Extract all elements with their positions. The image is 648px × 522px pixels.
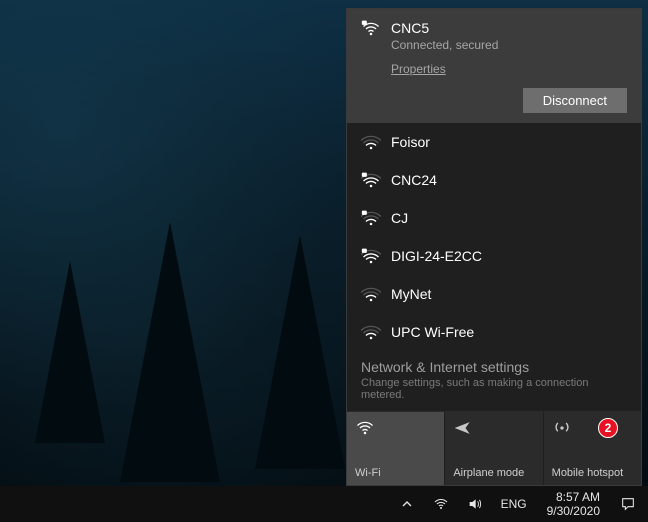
tray-time: 8:57 AM — [547, 490, 600, 504]
network-item[interactable]: CNC24 — [347, 161, 641, 199]
network-name: CNC5 — [391, 19, 627, 37]
wifi-icon — [361, 323, 381, 343]
tile-hotspot-label: Mobile hotspot — [552, 467, 633, 479]
tray-date: 9/30/2020 — [547, 504, 600, 518]
network-item[interactable]: DIGI-24-E2CC — [347, 237, 641, 275]
wifi-secured-icon — [361, 209, 381, 229]
network-settings-link[interactable]: Network & Internet settings Change setti… — [347, 351, 641, 411]
tray-volume-icon[interactable] — [461, 486, 489, 522]
airplane-icon — [453, 418, 534, 438]
tray-clock[interactable]: 8:57 AM 9/30/2020 — [539, 490, 608, 518]
taskbar: ENG 8:57 AM 9/30/2020 — [0, 486, 648, 522]
disconnect-button[interactable]: Disconnect — [523, 88, 627, 113]
network-item[interactable]: Foisor — [347, 123, 641, 161]
tile-airplane-label: Airplane mode — [453, 467, 534, 479]
wifi-icon — [361, 133, 381, 153]
network-flyout: CNC5 Connected, secured Properties Disco… — [346, 8, 642, 486]
network-name: DIGI-24-E2CC — [391, 247, 627, 265]
network-name: MyNet — [391, 285, 627, 303]
network-list: CNC5 Connected, secured Properties Disco… — [347, 9, 641, 351]
network-name: CJ — [391, 209, 627, 227]
network-item[interactable]: UPC Wi-Free — [347, 313, 641, 351]
settings-title: Network & Internet settings — [361, 359, 627, 375]
tile-wifi[interactable]: Wi-Fi — [347, 411, 444, 485]
wifi-secured-icon — [361, 171, 381, 191]
wifi-secured-icon — [361, 247, 381, 267]
wifi-icon — [355, 418, 436, 438]
tray-overflow-chevron[interactable] — [393, 486, 421, 522]
tile-mobile-hotspot[interactable]: Mobile hotspot — [543, 411, 641, 485]
annotation-callout-2: 2 — [598, 418, 618, 438]
network-status: Connected, secured — [391, 38, 627, 52]
network-name: CNC24 — [391, 171, 627, 189]
settings-subtitle: Change settings, such as making a connec… — [361, 377, 627, 401]
network-item[interactable]: MyNet — [347, 275, 641, 313]
wifi-icon — [361, 285, 381, 305]
network-item-connected[interactable]: CNC5 Connected, secured Properties Disco… — [347, 9, 641, 123]
network-name: UPC Wi-Free — [391, 323, 627, 341]
hotspot-icon — [552, 418, 633, 438]
tray-language[interactable]: ENG — [495, 486, 533, 522]
tray-action-center-icon[interactable] — [614, 486, 642, 522]
tray-network-icon[interactable] — [427, 486, 455, 522]
wifi-secured-icon — [361, 19, 381, 39]
quick-action-tiles: Wi-Fi Airplane mode Mobile hotspot — [347, 411, 641, 485]
tile-airplane-mode[interactable]: Airplane mode — [444, 411, 542, 485]
network-name: Foisor — [391, 133, 627, 151]
network-item[interactable]: CJ — [347, 199, 641, 237]
tile-wifi-label: Wi-Fi — [355, 467, 436, 479]
properties-link[interactable]: Properties — [391, 62, 446, 76]
